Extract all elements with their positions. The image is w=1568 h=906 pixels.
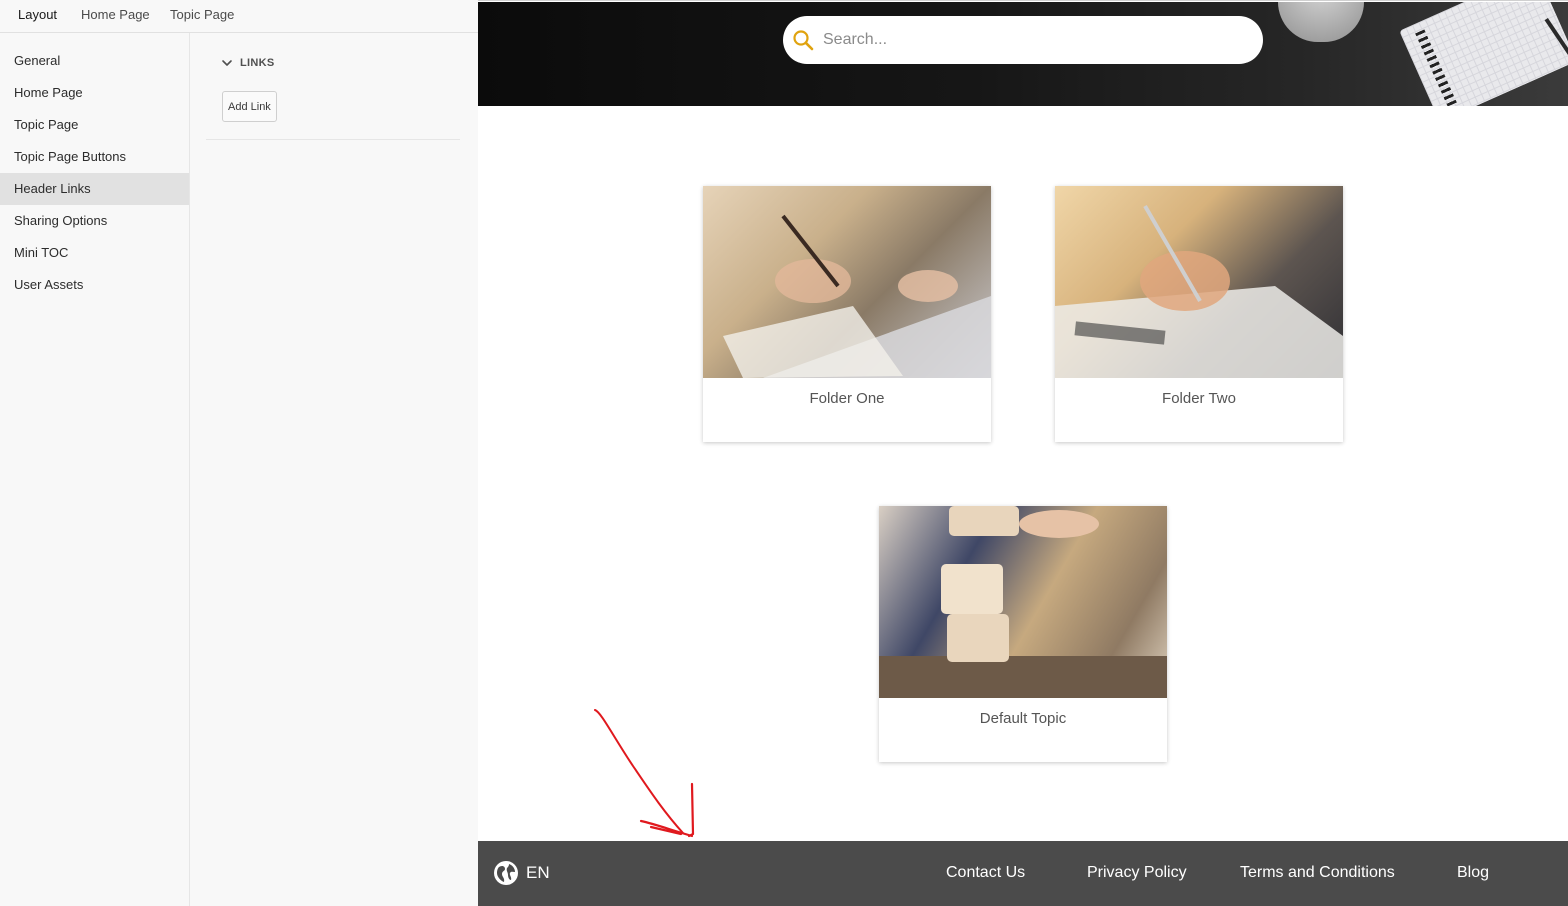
nav-item-user-assets[interactable]: User Assets — [0, 269, 189, 301]
nav-divider — [189, 33, 190, 906]
nav-item-topic-page-buttons[interactable]: Topic Page Buttons — [0, 141, 189, 173]
nav-item-mini-toc[interactable]: Mini TOC — [0, 237, 189, 269]
editor-top-tabs: Layout Home Page Topic Page — [0, 0, 478, 33]
tab-layout[interactable]: Layout — [18, 7, 57, 22]
tile-default-topic[interactable]: Default Topic — [879, 506, 1167, 762]
language-selector[interactable]: EN — [526, 863, 550, 883]
tile-folder-one[interactable]: Folder One — [703, 186, 991, 442]
nav-item-home-page[interactable]: Home Page — [0, 77, 189, 109]
tile-folder-two[interactable]: Folder Two — [1055, 186, 1343, 442]
editor-panel: Layout Home Page Topic Page General Home… — [0, 0, 478, 906]
coffee-mug-image — [1278, 2, 1364, 42]
links-section-title: LINKS — [240, 57, 275, 69]
site-footer: EN Contact Us Privacy Policy Terms and C… — [478, 841, 1568, 906]
tab-home-page[interactable]: Home Page — [81, 7, 150, 22]
tile-label: Default Topic — [979, 710, 1067, 727]
tile-image-writing-laptop — [703, 186, 991, 378]
nav-item-topic-page[interactable]: Topic Page — [0, 109, 189, 141]
chevron-down-icon — [222, 60, 232, 66]
search-icon[interactable] — [792, 29, 814, 51]
tile-image-wooden-blocks — [879, 506, 1167, 698]
search-input[interactable] — [823, 26, 1243, 54]
site-preview: Folder One Folder Two Default Topic — [478, 0, 1568, 906]
footer-link-contact-us[interactable]: Contact Us — [946, 864, 1025, 882]
search-bar — [783, 16, 1263, 64]
tab-topic-page[interactable]: Topic Page — [170, 7, 234, 22]
links-section: LINKS Add Link — [206, 48, 460, 140]
nav-item-sharing-options[interactable]: Sharing Options — [0, 205, 189, 237]
nav-item-header-links[interactable]: Header Links — [0, 173, 189, 205]
tile-label: Folder Two — [1162, 390, 1236, 407]
globe-icon[interactable] — [493, 860, 519, 886]
red-annotation-arrow — [594, 709, 695, 838]
links-section-toggle[interactable]: LINKS — [220, 55, 275, 71]
footer-link-blog[interactable]: Blog — [1457, 864, 1489, 882]
hero-banner — [478, 2, 1568, 106]
settings-nav: General Home Page Topic Page Topic Page … — [0, 45, 189, 301]
tile-label: Folder One — [809, 390, 885, 407]
footer-link-terms-and-conditions[interactable]: Terms and Conditions — [1240, 864, 1395, 882]
tile-image-writing-documents — [1055, 186, 1343, 378]
add-link-button[interactable]: Add Link — [222, 91, 277, 122]
nav-item-general[interactable]: General — [0, 45, 189, 77]
footer-link-privacy-policy[interactable]: Privacy Policy — [1087, 864, 1187, 882]
